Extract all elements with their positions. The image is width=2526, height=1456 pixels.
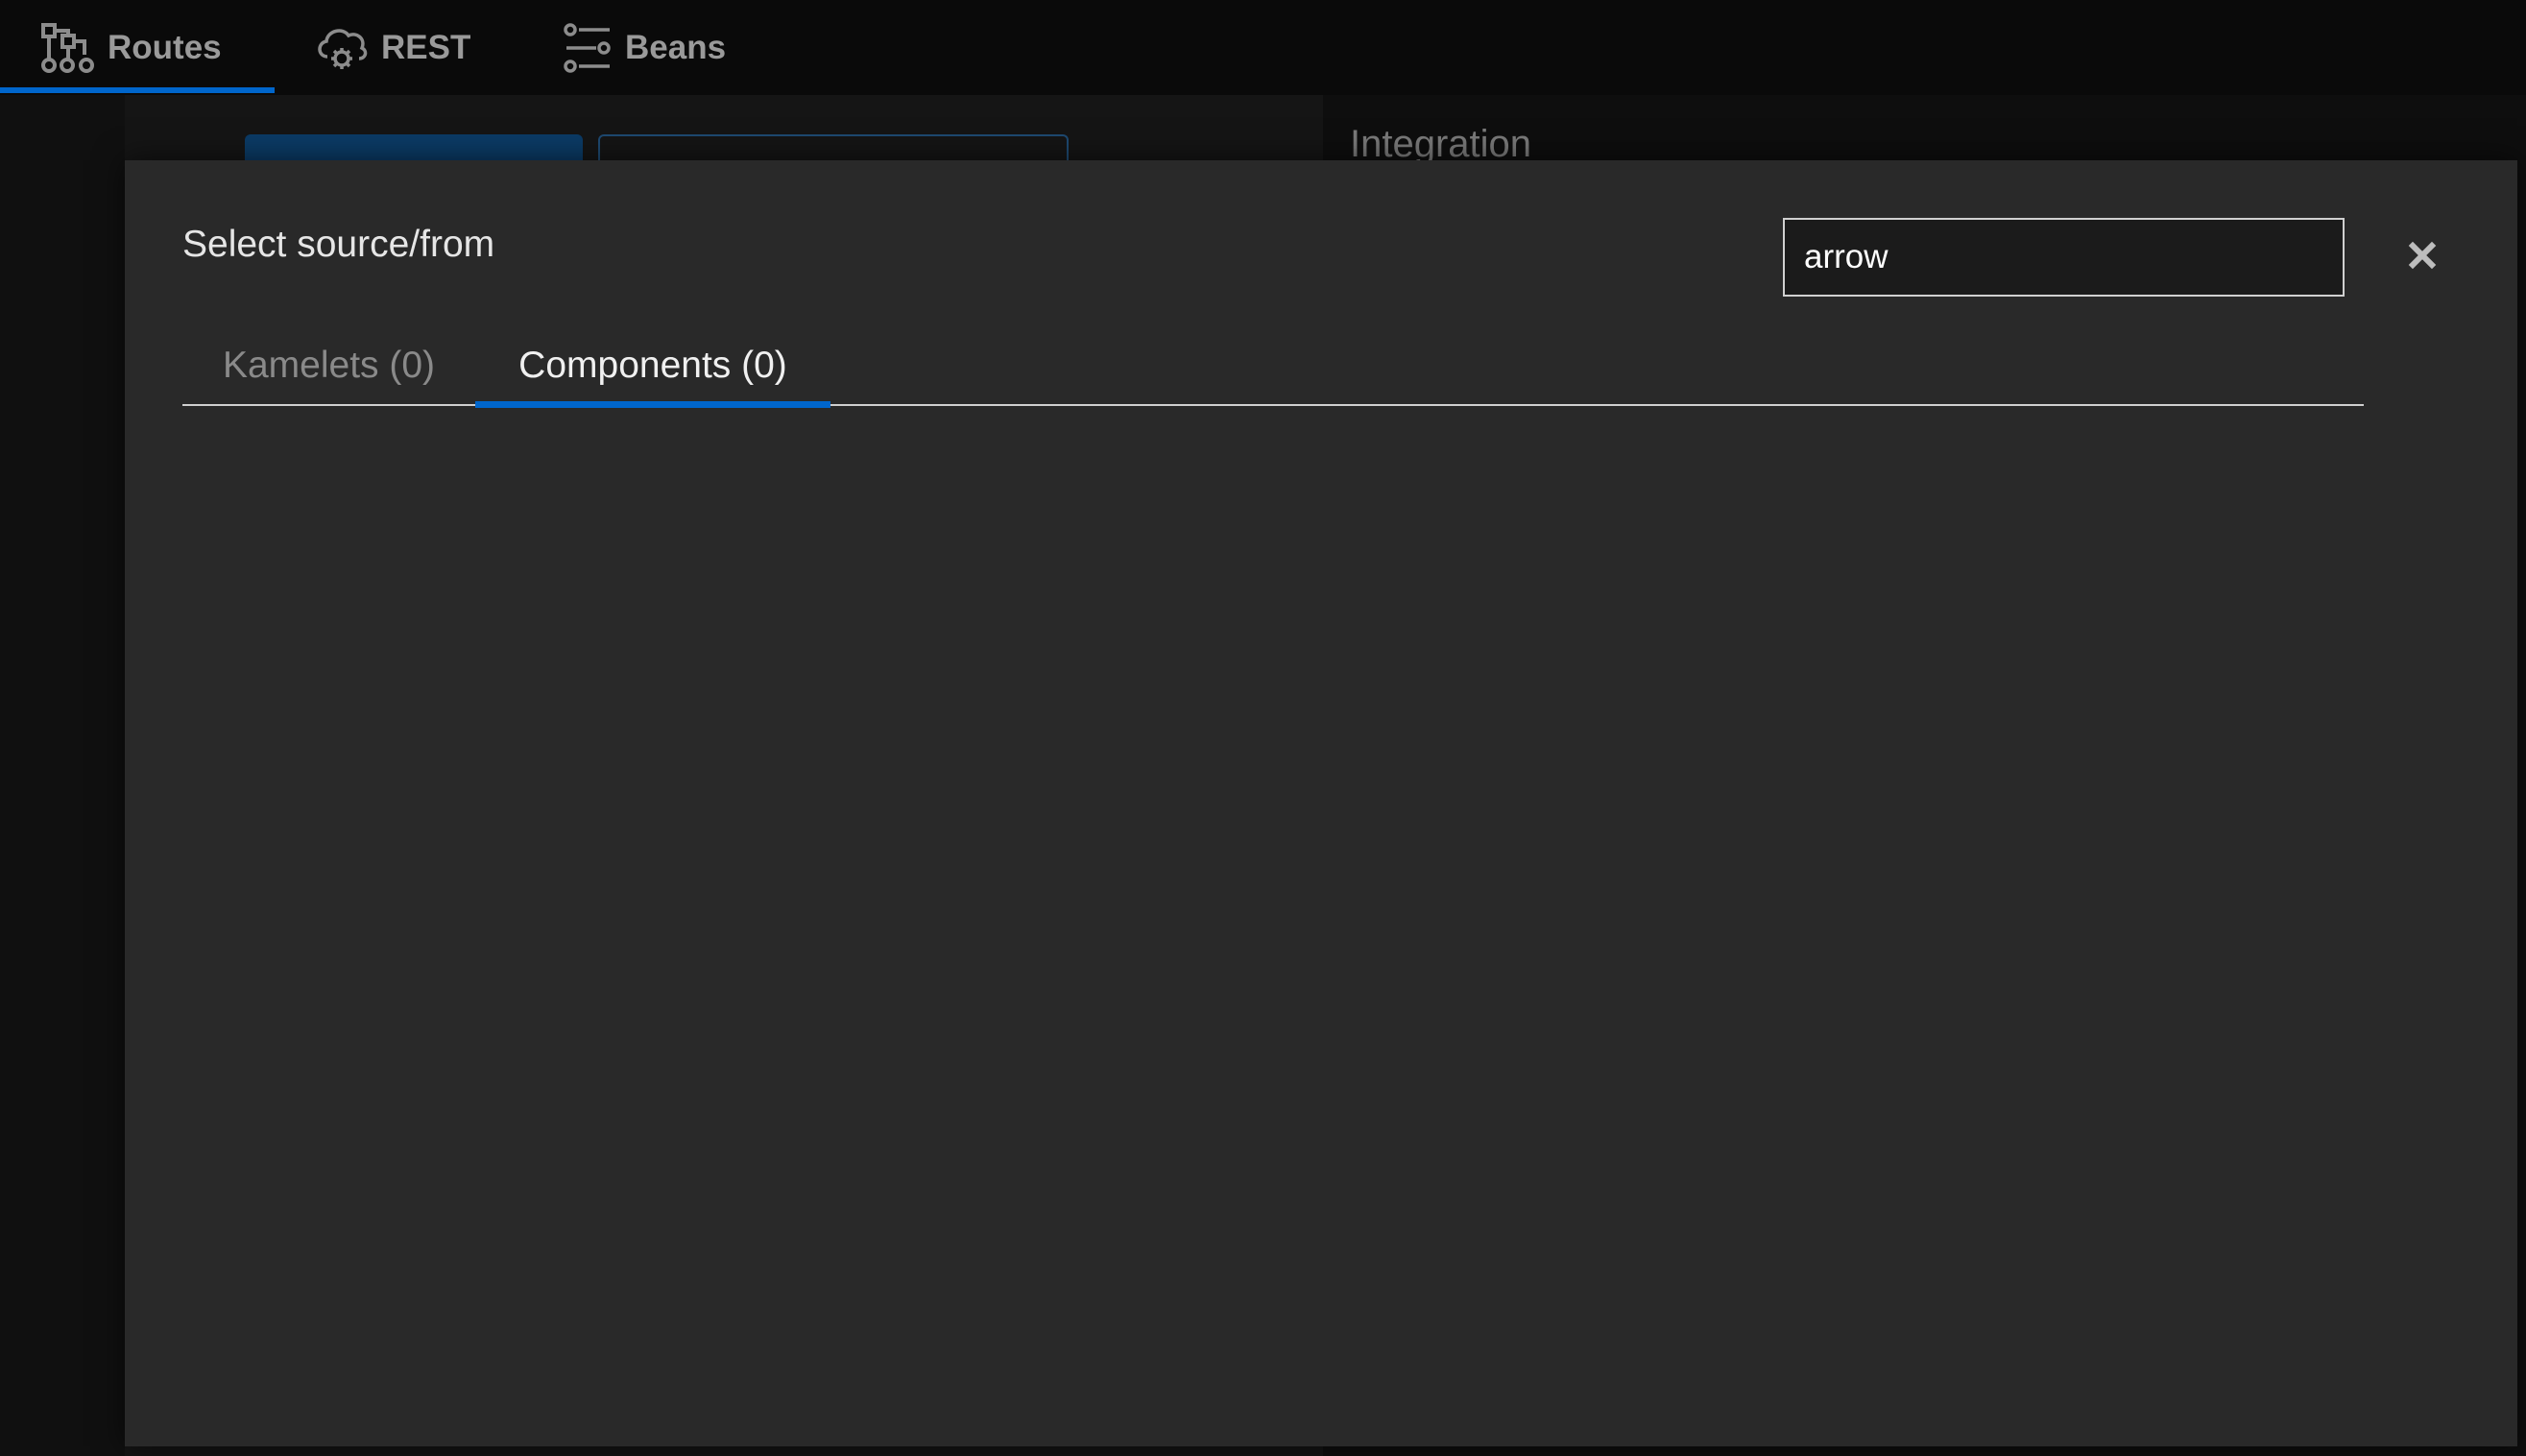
tab-components[interactable]: Components (0) xyxy=(475,325,830,408)
modal-title: Select source/from xyxy=(182,224,495,265)
cloud-gear-icon xyxy=(314,22,370,74)
tab-active-indicator xyxy=(475,401,830,408)
tab-rest-label: REST xyxy=(381,28,471,66)
tab-routes[interactable]: Routes xyxy=(40,0,222,95)
modal-tabs: Kamelets (0) Components (0) xyxy=(182,325,2364,408)
tab-beans[interactable]: Beans xyxy=(564,0,726,95)
active-tab-indicator xyxy=(0,87,275,93)
tab-rest[interactable]: REST xyxy=(314,0,470,95)
sliders-icon xyxy=(564,22,613,74)
close-button[interactable] xyxy=(2400,235,2444,279)
select-source-modal: Select source/from Kamelets (0) Componen… xyxy=(125,160,2517,1446)
close-icon xyxy=(2408,241,2437,274)
tab-routes-label: Routes xyxy=(108,28,222,66)
routes-topology-icon xyxy=(40,22,96,74)
tab-beans-label: Beans xyxy=(625,28,727,66)
tab-kamelets[interactable]: Kamelets (0) xyxy=(182,325,475,406)
left-gutter xyxy=(0,95,125,1456)
tab-components-label: Components (0) xyxy=(518,345,787,386)
top-navigation-bar: Routes REST Beans xyxy=(0,0,2526,95)
tab-kamelets-label: Kamelets (0) xyxy=(222,345,436,386)
search-input[interactable] xyxy=(1783,218,2345,297)
